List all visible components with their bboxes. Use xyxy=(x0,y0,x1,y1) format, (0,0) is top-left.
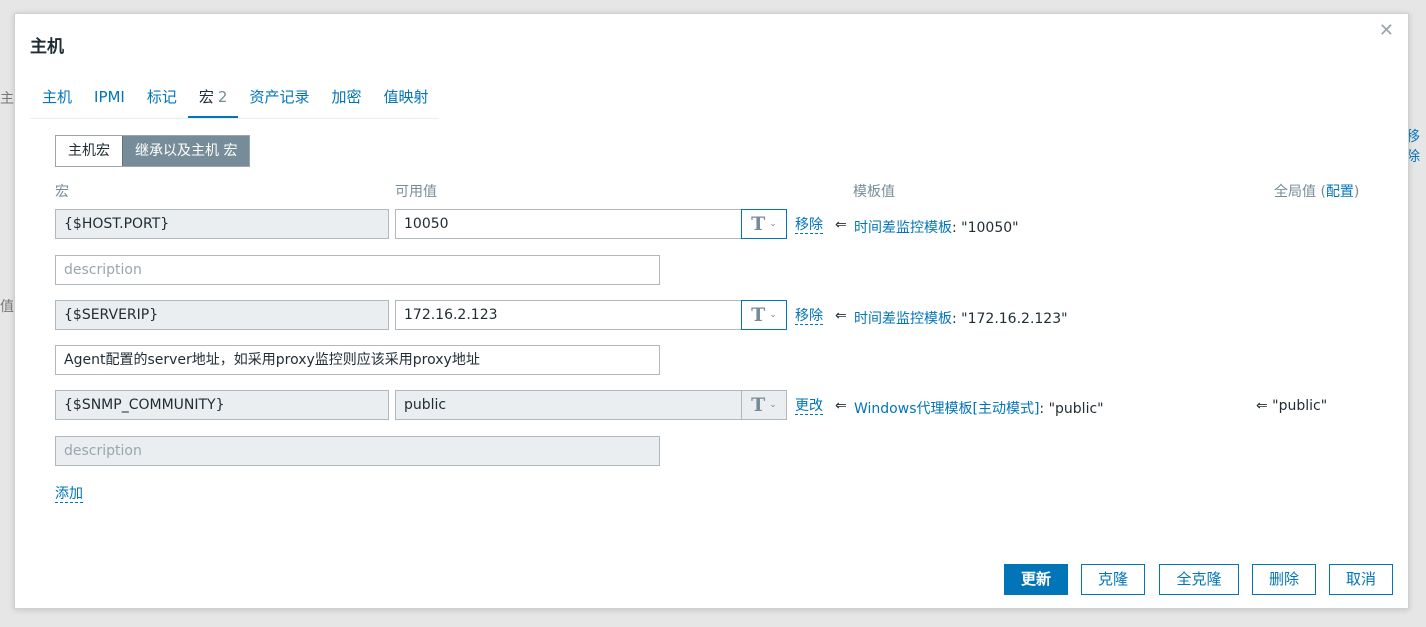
add-macro-link[interactable]: 添加 xyxy=(55,486,83,503)
template-value-text: : "public" xyxy=(1039,401,1104,417)
template-link[interactable]: Windows代理模板[主动模式] xyxy=(854,401,1039,417)
tab-tags[interactable]: 标记 xyxy=(136,78,188,116)
delete-button[interactable]: 删除 xyxy=(1252,564,1316,595)
background-label: 值 xyxy=(0,299,14,315)
macro-description-field[interactable]: description xyxy=(55,255,660,285)
inherit-arrow: ⇐ xyxy=(835,398,847,414)
full-clone-button[interactable]: 全克隆 xyxy=(1159,564,1239,595)
tab-bar: 主机 IPMI 标记 宏2 资产记录 加密 值映射 xyxy=(30,78,440,119)
chevron-down-icon: ⌄ xyxy=(769,219,777,229)
text-type-icon: T xyxy=(751,394,766,416)
clone-button[interactable]: 克隆 xyxy=(1081,564,1145,595)
tab-macros-count: 2 xyxy=(217,88,228,106)
host-macros-button[interactable]: 主机宏 xyxy=(56,136,122,166)
tab-macros[interactable]: 宏2 xyxy=(187,78,239,118)
remove-macro-link[interactable]: 移除 xyxy=(795,308,823,325)
inherited-macros-button[interactable]: 继承以及主机 宏 xyxy=(122,136,250,166)
template-value: 时间差监控模板: "10050" xyxy=(854,217,1019,237)
header-template-value: 模板值 xyxy=(853,184,895,200)
tab-encryption[interactable]: 加密 xyxy=(320,78,372,116)
template-value-text: : "172.16.2.123" xyxy=(952,311,1068,327)
macro-value-field[interactable]: public xyxy=(395,390,742,420)
macro-mode-toggle: 主机宏 继承以及主机 宏 xyxy=(55,135,251,167)
value-type-button[interactable]: T ⌄ xyxy=(741,390,787,420)
template-value: Windows代理模板[主动模式]: "public" xyxy=(854,398,1104,418)
inherit-arrow: ⇐ xyxy=(835,308,847,324)
config-link[interactable]: 配置 xyxy=(1326,184,1354,200)
macro-description-field[interactable]: description xyxy=(55,436,660,466)
header-effective-value: 可用值 xyxy=(395,184,437,200)
value-type-button[interactable]: T ⌄ xyxy=(741,209,787,239)
text-type-icon: T xyxy=(751,213,766,235)
macro-name-field[interactable]: {$SNMP_COMMUNITY} xyxy=(55,390,389,420)
tab-host[interactable]: 主机 xyxy=(30,78,83,116)
background-link: 移除 xyxy=(1406,129,1420,165)
header-macro: 宏 xyxy=(55,184,69,200)
chevron-down-icon: ⌄ xyxy=(769,310,777,320)
template-value-text: : "10050" xyxy=(952,220,1019,236)
global-value: ⇐ "public" xyxy=(1256,398,1328,414)
macro-name-field[interactable]: {$HOST.PORT} xyxy=(55,209,389,239)
change-macro-link[interactable]: 更改 xyxy=(795,398,823,415)
update-button[interactable]: 更新 xyxy=(1004,564,1068,595)
template-link[interactable]: 时间差监控模板 xyxy=(854,311,952,327)
macro-value-field[interactable]: 172.16.2.123 xyxy=(395,300,742,330)
host-dialog: ✕ 主机 主机 IPMI 标记 宏2 资产记录 加密 值映射 主机宏 继承以及主… xyxy=(14,13,1409,609)
tab-value-mapping[interactable]: 值映射 xyxy=(372,78,439,116)
header-global-value-label: 全局值 xyxy=(1274,184,1316,200)
remove-macro-link[interactable]: 移除 xyxy=(795,217,823,234)
chevron-down-icon: ⌄ xyxy=(769,400,777,410)
template-value: 时间差监控模板: "172.16.2.123" xyxy=(854,308,1068,328)
header-global-value: 全局值 (配置) xyxy=(1274,184,1360,200)
cancel-button[interactable]: 取消 xyxy=(1329,564,1393,595)
template-link[interactable]: 时间差监控模板 xyxy=(854,220,952,236)
tab-inventory[interactable]: 资产记录 xyxy=(238,78,320,116)
macro-description-field[interactable]: Agent配置的server地址，如采用proxy监控则应该采用proxy地址 xyxy=(55,345,660,375)
inherit-arrow: ⇐ xyxy=(835,217,847,233)
text-type-icon: T xyxy=(751,304,766,326)
tab-ipmi[interactable]: IPMI xyxy=(83,78,136,116)
macro-name-field[interactable]: {$SERVERIP} xyxy=(55,300,389,330)
dialog-title: 主机 xyxy=(30,37,64,57)
close-icon[interactable]: ✕ xyxy=(1379,20,1394,41)
macro-value-field[interactable]: 10050 xyxy=(395,209,742,239)
value-type-button[interactable]: T ⌄ xyxy=(741,300,787,330)
tab-macros-label: 宏 xyxy=(198,88,214,106)
